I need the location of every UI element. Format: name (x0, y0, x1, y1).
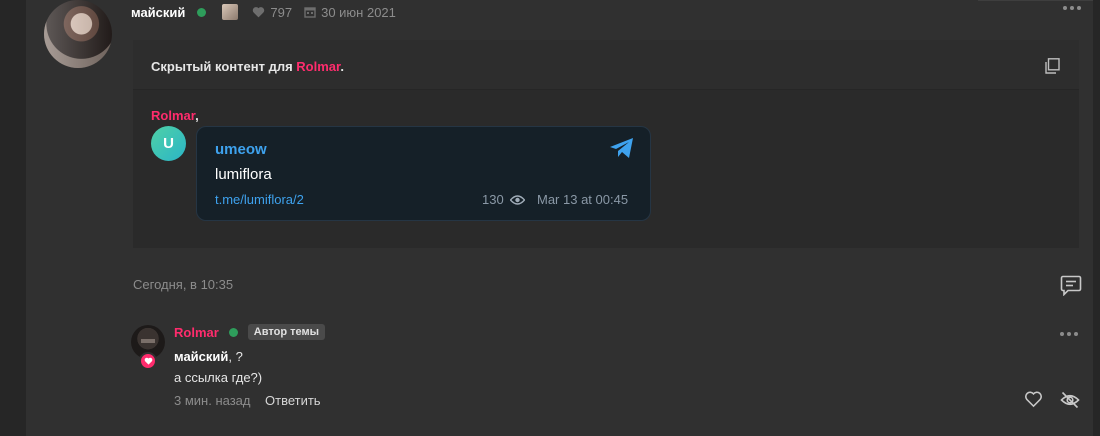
comment-icon[interactable] (1060, 274, 1082, 296)
post-likes: 797 (252, 5, 292, 20)
comment-header: Rolmar Автор темы (174, 323, 325, 341)
telegram-channel-avatar: U (151, 126, 186, 161)
telegram-views-count: 130 (482, 192, 504, 207)
hidden-content-header: Скрытый контент для Rolmar. (133, 40, 1079, 90)
comment-mentioned-user[interactable]: майский (174, 349, 228, 364)
hidden-content-user[interactable]: Rolmar (296, 59, 340, 74)
comment-mention-line: майский, ? (174, 349, 243, 364)
eye-icon (509, 194, 525, 205)
heart-icon (253, 7, 265, 18)
telegram-post-date: Mar 13 at 00:45 (537, 192, 629, 207)
left-gutter (0, 0, 26, 436)
telegram-views: 130 (482, 192, 525, 207)
hide-eye-off-icon[interactable] (1060, 390, 1080, 410)
heart-badge-icon (139, 352, 157, 370)
reply-button[interactable]: Ответить (265, 393, 321, 408)
right-gutter (1093, 0, 1100, 436)
hidden-content-block: Скрытый контент для Rolmar. Rolmar, U um… (133, 40, 1079, 248)
telegram-post-link[interactable]: t.me/lumiflora/2 (215, 192, 304, 207)
post-menu-button[interactable] (1063, 6, 1081, 10)
hidden-content-title: Скрытый контент для Rolmar. (151, 59, 344, 74)
like-heart-icon[interactable] (1024, 390, 1043, 408)
likes-count: 797 (270, 4, 293, 20)
telegram-embed-card[interactable]: umeow lumiflora t.me/lumiflora/2 130 Mar… (196, 126, 651, 221)
online-status-dot (228, 327, 238, 337)
telegram-post-text: lumiflora (215, 166, 272, 183)
post-date: 30 июн 2021 (304, 5, 396, 20)
post-timestamp: Сегодня, в 10:35 (133, 277, 234, 292)
post-author-avatar[interactable] (44, 0, 112, 68)
user-badge-image (222, 4, 239, 20)
comment-menu-button[interactable] (1060, 332, 1078, 336)
mentioned-user[interactable]: Rolmar (151, 108, 195, 123)
topic-author-badge: Автор темы (247, 324, 325, 340)
post-header: майский 797 30 июн 2021 (131, 3, 396, 21)
telegram-channel-name[interactable]: umeow (215, 141, 267, 158)
online-status-dot (197, 7, 207, 17)
comment-time: 3 мин. назад (174, 393, 251, 408)
comment-text: а ссылка где?) (174, 370, 263, 385)
copy-icon[interactable] (1044, 58, 1060, 74)
top-divider (978, 0, 1093, 1)
post-author-name[interactable]: майский (131, 5, 185, 20)
post-date-text: 30 июн 2021 (321, 4, 396, 20)
mention-line: Rolmar, (151, 108, 199, 123)
calendar-icon (304, 7, 316, 18)
telegram-icon (610, 138, 633, 158)
comment-author-name[interactable]: Rolmar (174, 325, 219, 340)
